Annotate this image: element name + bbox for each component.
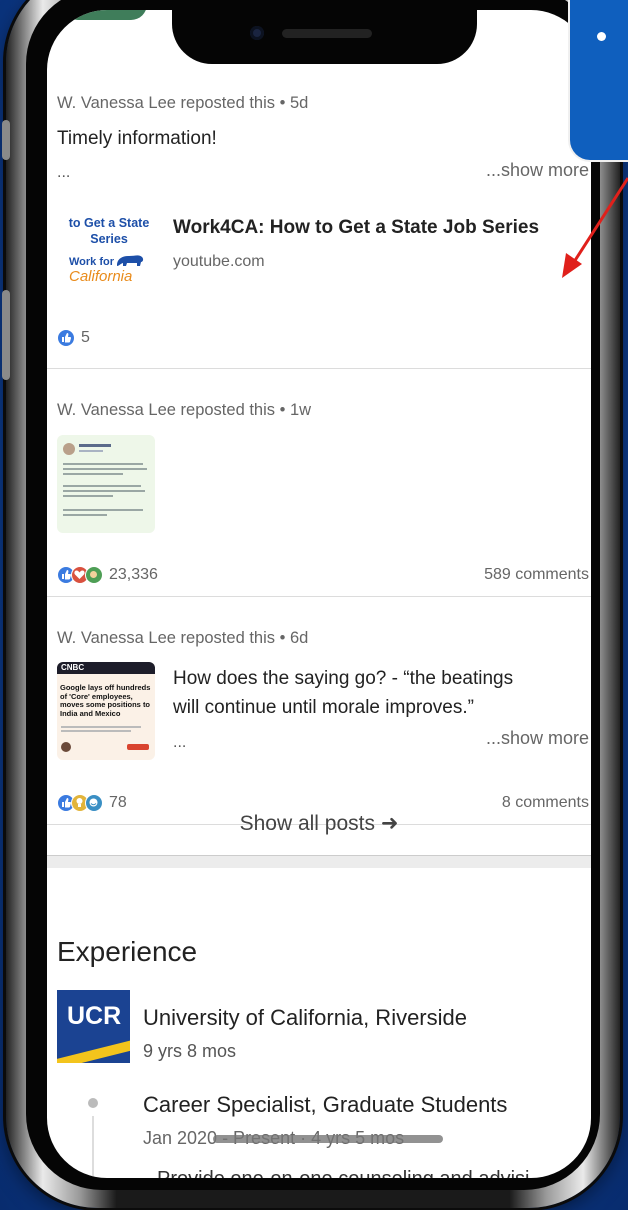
experience-duration: 9 yrs 8 mos [143,1041,237,1061]
link-thumbnail[interactable]: to Get a State Series Work for Californi… [57,208,155,294]
post-text: Timely information! [57,128,217,149]
post-age: • 1w [279,401,312,419]
logo-text: UCR [67,1002,122,1030]
news-thumbnail[interactable]: CNBC Google lays off hundreds of 'Core' … [57,662,155,760]
camera-icon [250,26,264,40]
thumb-text: Series [90,232,128,246]
post-action: reposted this [180,629,276,647]
like-reaction-icon [57,329,75,347]
reaction-count: 23,336 [109,566,158,583]
comments-count[interactable]: 589 comments [484,566,589,584]
phone-notch [172,10,477,64]
post-action: reposted this [180,401,276,419]
callout-box [568,0,628,162]
thumb-text: to Get a State [68,216,150,230]
reaction-counts[interactable]: 5 [57,329,90,347]
post-age: • 6d [279,629,309,647]
show-all-posts-button[interactable]: Show all posts ➜ [47,793,591,856]
reaction-count: 5 [81,329,90,346]
mute-switch [2,120,10,160]
support-reaction-icon [85,566,103,584]
post-meta: W. Vanessa Lee reposted this • 1w [57,401,311,420]
link-title[interactable]: Work4CA: How to Get a State Job Series [173,217,539,239]
volume-button [2,290,10,380]
thumb-text: Work for [69,256,115,268]
show-more-link[interactable]: ...show more [486,160,589,181]
author-name[interactable]: W. Vanessa Lee [57,401,176,419]
home-indicator[interactable] [213,1135,443,1143]
feed-post-2[interactable]: W. Vanessa Lee reposted this • 1w 23,336… [47,368,591,597]
post-ellipsis: ... [57,164,71,181]
thumb-text: California [69,268,133,285]
feed-post-3[interactable]: W. Vanessa Lee reposted this • 6d CNBC G… [47,596,591,825]
thumb-headline: Google lays off hundreds of 'Core' emplo… [60,683,151,718]
ucr-logo[interactable]: UCR [57,990,130,1063]
timeline-line [92,1116,94,1178]
cnbc-logo: CNBC [61,663,85,672]
section-divider [47,856,591,868]
post-age: • 5d [279,94,309,112]
author-name[interactable]: W. Vanessa Lee [57,629,176,647]
author-name[interactable]: W. Vanessa Lee [57,94,176,112]
experience-role[interactable]: Career Specialist, Graduate Students [143,1092,507,1118]
reaction-counts[interactable]: 23,336 [57,566,158,584]
speaker-grille [282,29,372,38]
experience-description: Provide one-on-one counseling and advisi [157,1168,529,1178]
post-ellipsis: ... [173,734,187,751]
experience-org[interactable]: University of California, Riverside [143,1005,467,1031]
bear-icon [117,255,144,266]
experience-section-title: Experience [57,936,198,967]
post-meta: W. Vanessa Lee reposted this • 6d [57,629,308,648]
post-text: will continue until morale improves.” [173,697,474,718]
timeline-dot [88,1098,98,1108]
link-domain: youtube.com [173,253,265,270]
post-action: reposted this [180,94,276,112]
show-more-link[interactable]: ...show more [486,728,589,749]
post-meta: W. Vanessa Lee reposted this • 5d [57,94,308,113]
post-image-thumbnail[interactable] [57,435,155,533]
phone-screen: W. Vanessa Lee reposted this • 5d Timely… [47,10,591,1178]
logo-stripe [57,1037,130,1063]
post-text: How does the saying go? - “the beatings [173,668,514,689]
bullet-dot [597,32,606,41]
